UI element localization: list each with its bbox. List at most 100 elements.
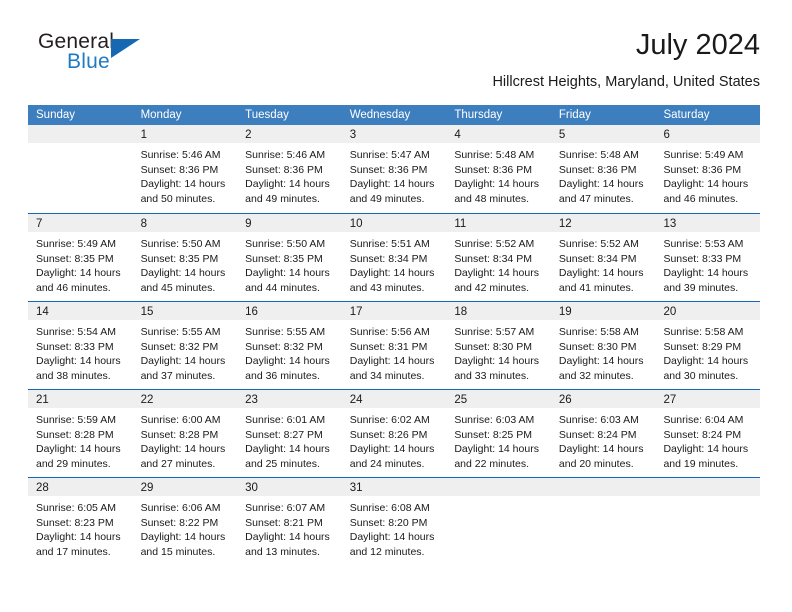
day-cell-25[interactable]: 25 Sunrise: 6:03 AM Sunset: 8:25 PM Dayligh… — [446, 390, 551, 477]
day-number: 2 — [245, 129, 252, 141]
day-cell-empty — [446, 478, 551, 565]
day-cell-12[interactable]: 12 Sunrise: 5:52 AM Sunset: 8:34 PM Dayligh… — [550, 214, 656, 301]
sunset-text: Sunset: 8:34 PM — [558, 252, 637, 265]
day-cell-empty — [550, 478, 656, 565]
day-details: Sunrise: 5:57 AM Sunset: 8:30 PM Daylight:… — [446, 320, 551, 383]
day-cell-27[interactable]: 27 Sunrise: 6:04 AM Sunset: 8:24 PM Dayligh… — [655, 390, 761, 477]
day-cell-19[interactable]: 19 Sunrise: 5:58 AM Sunset: 8:30 PM Dayligh… — [550, 302, 656, 389]
daylight-text: Daylight: 14 hours — [245, 267, 330, 280]
day-cell-22[interactable]: 22 Sunrise: 6:00 AM Sunset: 8:28 PM Dayligh… — [132, 390, 238, 477]
sunrise-text: Sunrise: 6:07 AM — [245, 502, 326, 514]
sunset-text: Sunset: 8:35 PM — [36, 252, 114, 265]
day-number-band: 18 — [446, 302, 551, 320]
day-cell-14[interactable]: 14 Sunrise: 5:54 AM Sunset: 8:33 PM Dayligh… — [28, 302, 133, 389]
day-cell-6[interactable]: 6 Sunrise: 5:49 AM Sunset: 8:36 PM Daylight… — [655, 125, 761, 213]
weekday-header-row: Sunday Monday Tuesday Wednesday Thursday Frid… — [28, 105, 760, 125]
daylight-text: and 17 minutes. — [36, 545, 111, 558]
day-cell-31[interactable]: 31 Sunrise: 6:08 AM Sunset: 8:20 PM Dayligh… — [341, 478, 447, 565]
day-cell-7[interactable]: 7 Sunrise: 5:49 AM Sunset: 8:35 PM Daylight… — [28, 214, 133, 301]
daylight-text: and 45 minutes. — [140, 281, 216, 294]
sunrise-text: Sunrise: 6:06 AM — [140, 502, 221, 514]
day-cell-3[interactable]: 3 Sunrise: 5:47 AM Sunset: 8:36 PM Daylight… — [341, 125, 447, 213]
page-title: July 2024 — [635, 29, 760, 61]
page-subtitle: Hillcrest Heights, Maryland, United Stat… — [492, 74, 760, 90]
day-cell-28[interactable]: 28 Sunrise: 6:05 AM Sunset: 8:23 PM Dayligh… — [28, 478, 133, 565]
daylight-text: Daylight: 14 hours — [349, 178, 435, 191]
day-cell-11[interactable]: 11 Sunrise: 5:52 AM Sunset: 8:34 PM Dayligh… — [446, 214, 551, 301]
day-details — [655, 496, 760, 501]
day-cell-2[interactable]: 2 Sunrise: 5:46 AM Sunset: 8:36 PM Daylight… — [237, 125, 342, 213]
day-number: 27 — [663, 394, 677, 406]
day-cell-21[interactable]: 21 Sunrise: 5:59 AM Sunset: 8:28 PM Dayligh… — [28, 390, 133, 477]
daylight-text: Daylight: 14 hours — [454, 267, 539, 280]
daylight-text: and 20 minutes. — [558, 457, 634, 470]
day-cell-8[interactable]: 8 Sunrise: 5:50 AM Sunset: 8:35 PM Daylight… — [132, 214, 238, 301]
day-number: 20 — [663, 306, 677, 318]
day-details: Sunrise: 6:07 AM Sunset: 8:21 PM Daylight:… — [237, 496, 342, 559]
sunset-text: Sunset: 8:36 PM — [558, 163, 637, 176]
day-cell-24[interactable]: 24 Sunrise: 6:02 AM Sunset: 8:26 PM Dayligh… — [341, 390, 447, 477]
daylight-text: and 49 minutes. — [245, 192, 320, 205]
sunrise-text: Sunrise: 5:49 AM — [663, 149, 744, 161]
day-number: 13 — [663, 218, 677, 230]
daylight-text: Daylight: 14 hours — [454, 443, 539, 456]
sunrise-text: Sunrise: 6:05 AM — [36, 502, 116, 514]
day-number: 16 — [245, 306, 258, 318]
sunrise-text: Sunrise: 6:01 AM — [245, 414, 326, 426]
day-cell-26[interactable]: 26 Sunrise: 6:03 AM Sunset: 8:24 PM Dayligh… — [550, 390, 656, 477]
daylight-text: Daylight: 14 hours — [663, 178, 749, 191]
daylight-text: and 39 minutes. — [663, 281, 739, 294]
day-cell-18[interactable]: 18 Sunrise: 5:57 AM Sunset: 8:30 PM Dayligh… — [446, 302, 551, 389]
day-number: 3 — [349, 129, 357, 141]
sunset-text: Sunset: 8:36 PM — [454, 163, 532, 176]
daylight-text: Daylight: 14 hours — [140, 443, 226, 456]
day-number: 23 — [245, 394, 258, 406]
daylight-text: Daylight: 14 hours — [140, 267, 226, 280]
sunrise-text: Sunrise: 6:00 AM — [140, 414, 221, 426]
sunset-text: Sunset: 8:30 PM — [454, 340, 532, 353]
day-details: Sunrise: 6:08 AM Sunset: 8:20 PM Daylight:… — [342, 496, 447, 559]
sunset-text: Sunset: 8:26 PM — [349, 428, 428, 441]
day-number: 26 — [558, 394, 572, 406]
daylight-text: and 46 minutes. — [663, 192, 739, 205]
day-details: Sunrise: 6:03 AM Sunset: 8:25 PM Daylight:… — [446, 408, 551, 471]
day-cell-5[interactable]: 5 Sunrise: 5:48 AM Sunset: 8:36 PM Daylight… — [550, 125, 656, 213]
day-cell-13[interactable]: 13 Sunrise: 5:53 AM Sunset: 8:33 PM Dayligh… — [655, 214, 761, 301]
day-number: 10 — [349, 218, 363, 230]
day-number: 17 — [349, 306, 363, 318]
sunrise-text: Sunrise: 6:08 AM — [349, 502, 430, 514]
daylight-text: and 19 minutes. — [663, 457, 739, 470]
day-cell-10[interactable]: 10 Sunrise: 5:51 AM Sunset: 8:34 PM Dayligh… — [341, 214, 447, 301]
day-details: Sunrise: 5:50 AM Sunset: 8:35 PM Daylight:… — [237, 232, 342, 295]
day-cell-17[interactable]: 17 Sunrise: 5:56 AM Sunset: 8:31 PM Dayligh… — [341, 302, 447, 389]
daylight-text: Daylight: 14 hours — [36, 443, 121, 456]
brand-logo[interactable]: General Blue — [38, 30, 168, 82]
daylight-text: Daylight: 14 hours — [454, 355, 539, 368]
day-cell-23[interactable]: 23 Sunrise: 6:01 AM Sunset: 8:27 PM Dayligh… — [237, 390, 342, 477]
day-cell-9[interactable]: 9 Sunrise: 5:50 AM Sunset: 8:35 PM Daylight… — [237, 214, 342, 301]
daylight-text: Daylight: 14 hours — [454, 178, 539, 191]
day-cell-15[interactable]: 15 Sunrise: 5:55 AM Sunset: 8:32 PM Dayligh… — [132, 302, 238, 389]
daylight-text: Daylight: 14 hours — [558, 443, 644, 456]
day-number-band: 25 — [446, 390, 551, 408]
calendar-grid: Sunday Monday Tuesday Wednesday Thursday Frid… — [28, 105, 761, 565]
daylight-text: and 13 minutes. — [245, 545, 320, 558]
day-details: Sunrise: 6:03 AM Sunset: 8:24 PM Daylight:… — [551, 408, 656, 471]
sunset-text: Sunset: 8:24 PM — [558, 428, 637, 441]
sunset-text: Sunset: 8:28 PM — [36, 428, 114, 441]
day-number-band: 23 — [237, 390, 342, 408]
day-number-band — [446, 478, 551, 496]
weekday-header-saturday: Saturday — [663, 109, 710, 121]
brand-triangle-icon — [111, 39, 140, 58]
day-details: Sunrise: 5:56 AM Sunset: 8:31 PM Daylight:… — [342, 320, 447, 383]
day-number-band: 2 — [237, 125, 342, 143]
daylight-text: and 50 minutes. — [140, 192, 216, 205]
day-cell-1[interactable]: 1 Sunrise: 5:46 AM Sunset: 8:36 PM Daylight… — [132, 125, 238, 213]
day-cell-30[interactable]: 30 Sunrise: 6:07 AM Sunset: 8:21 PM Dayligh… — [237, 478, 342, 565]
sunrise-text: Sunrise: 5:56 AM — [349, 326, 430, 338]
day-cell-16[interactable]: 16 Sunrise: 5:55 AM Sunset: 8:32 PM Dayligh… — [237, 302, 342, 389]
day-cell-20[interactable]: 20 Sunrise: 5:58 AM Sunset: 8:29 PM Dayligh… — [655, 302, 761, 389]
day-cell-29[interactable]: 29 Sunrise: 6:06 AM Sunset: 8:22 PM Dayligh… — [132, 478, 238, 565]
daylight-text: Daylight: 14 hours — [349, 267, 435, 280]
day-cell-4[interactable]: 4 Sunrise: 5:48 AM Sunset: 8:36 PM Daylight… — [446, 125, 551, 213]
